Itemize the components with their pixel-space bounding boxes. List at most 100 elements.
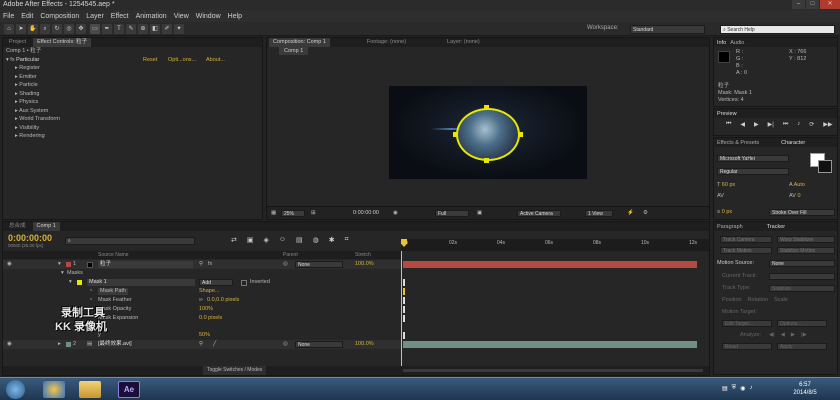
eraser-tool-icon[interactable]: ◧	[150, 24, 160, 34]
col-parent[interactable]: Parent	[283, 251, 298, 259]
tab-character[interactable]: Character	[781, 140, 805, 146]
selection-tool-icon[interactable]: ➤	[16, 24, 26, 34]
tab-info[interactable]: Info	[717, 40, 726, 46]
mask-tool-icon[interactable]: ▭	[90, 24, 100, 34]
tray-security-icon[interactable]: ⛨	[732, 385, 737, 392]
layer-2-stretch[interactable]: 100.0%	[355, 340, 374, 349]
mask-expansion-value[interactable]: 0.0 pixels	[199, 314, 222, 323]
tracker-reset-button[interactable]: Reset	[722, 343, 772, 350]
zoom-select[interactable]: 25%	[281, 210, 305, 217]
pen-tool-icon[interactable]: ✒	[102, 24, 112, 34]
rotation-checkbox[interactable]: Rotation	[748, 297, 769, 303]
start-button[interactable]	[6, 380, 25, 399]
frame-blending-icon[interactable]: ▤	[296, 236, 303, 244]
minimize-button[interactable]: –	[792, 0, 805, 9]
fast-preview-icon[interactable]: ⚡	[627, 207, 634, 220]
analyze-next-icon[interactable]: |▶	[801, 332, 807, 338]
group-aux-system[interactable]: ▸ Aux System	[3, 107, 262, 116]
view-layout-select[interactable]: 1 View	[585, 210, 613, 217]
tab-tracker[interactable]: Tracker	[767, 224, 785, 230]
visibility-eye-icon[interactable]: ◉	[7, 260, 12, 269]
mask-path-value[interactable]: Shape...	[199, 287, 220, 296]
menu-layer[interactable]: Layer	[86, 13, 104, 20]
tray-network-icon[interactable]: ▤	[722, 385, 728, 392]
graph-editor-icon[interactable]: ⌗	[345, 236, 349, 244]
menu-view[interactable]: View	[174, 13, 189, 20]
layer-1-parent-select[interactable]: None	[295, 261, 343, 268]
tab-effects-presets[interactable]: Effects & Presets	[717, 140, 759, 146]
tab-master-comp[interactable]: 总合成	[5, 222, 30, 231]
layer-name[interactable]: 粒子	[98, 261, 193, 268]
shy-switch-icon[interactable]: ⚲	[199, 340, 203, 349]
layer-label-color[interactable]	[66, 262, 71, 267]
close-button[interactable]: ✕	[820, 0, 840, 9]
expand-chevron-icon[interactable]: ▾	[69, 278, 72, 287]
stroke-width-field[interactable]: ≡ 0 px	[717, 209, 732, 215]
safe-zones-icon[interactable]: ⊞	[311, 207, 316, 220]
tab-comp-1[interactable]: Comp 1	[32, 222, 60, 231]
layer-1-duration-bar[interactable]	[403, 261, 697, 268]
expand-chevron-icon[interactable]: ▾	[61, 269, 64, 278]
explorer-folder-icon[interactable]	[79, 381, 101, 398]
keyframe-marker[interactable]	[403, 306, 405, 313]
font-style-select[interactable]: Regular	[717, 168, 789, 175]
stroke-color-swatch[interactable]	[818, 160, 832, 173]
effect-options-link[interactable]: Opti...ons...	[168, 56, 196, 65]
effect-about-link[interactable]: About...	[206, 56, 225, 65]
live-update-icon[interactable]: ▣	[247, 236, 254, 244]
leading-field[interactable]: A Auto	[789, 182, 805, 188]
analyze-back-icon[interactable]: ◀|	[769, 332, 775, 338]
group-emitter[interactable]: ▸ Emitter	[3, 73, 262, 82]
clock[interactable]: 6:57 2014/8/5	[780, 381, 830, 397]
tab-effect-controls[interactable]: Effect Controls: 粒子	[33, 38, 92, 47]
brainstorm-icon[interactable]: ✱	[329, 236, 335, 244]
comp-mini-flowchart-icon[interactable]: ⇄	[231, 236, 237, 244]
region-icon[interactable]: ▣	[477, 207, 482, 220]
tray-app-icon[interactable]: ◉	[740, 385, 745, 392]
scale-checkbox[interactable]: Scale	[774, 297, 788, 303]
keyframe-marker[interactable]	[403, 315, 405, 322]
maximize-button[interactable]: □	[806, 0, 819, 9]
group-physics[interactable]: ▸ Physics	[3, 98, 262, 107]
warp-stabilizer-button[interactable]: Warp Stabilizer	[777, 236, 835, 243]
track-type-select[interactable]: Stabilize	[769, 285, 835, 292]
layer-row-1[interactable]: ◉ ▾ 1 粒子 ⚲ fx ◎ None 100.0%	[3, 260, 401, 269]
tab-paragraph[interactable]: Paragraph	[717, 224, 743, 230]
flowchart-icon[interactable]: ⚙	[643, 207, 648, 220]
col-source-name[interactable]: Source Name	[98, 251, 129, 259]
mask-1-name[interactable]: Mask 1	[87, 279, 195, 286]
globe-with-mask[interactable]	[456, 108, 520, 161]
stabilize-motion-button[interactable]: Stabilize Motion	[777, 247, 835, 254]
mask-vertex-bottom[interactable]	[484, 158, 489, 163]
tab-composition[interactable]: Composition: Comp 1	[269, 38, 330, 47]
clone-tool-icon[interactable]: ⊕	[138, 24, 148, 34]
ie-browser-icon[interactable]	[43, 381, 65, 398]
camera-tool-icon[interactable]: ◎	[64, 24, 74, 34]
font-family-select[interactable]: Microsoft YaHei	[717, 155, 789, 162]
group-world-transform[interactable]: ▸ World Transform	[3, 115, 262, 124]
mask-feather-value[interactable]: 0.0,0.0 pixels	[207, 296, 239, 305]
prev-frame-icon[interactable]: ◀	[740, 121, 745, 128]
effect-reset-link[interactable]: Reset	[143, 56, 157, 65]
audio-icon[interactable]: ♪	[797, 121, 800, 128]
position-checkbox[interactable]: Position	[722, 297, 742, 303]
layer-2-duration-bar[interactable]	[403, 341, 697, 348]
quality-switch-icon[interactable]: ╱	[213, 340, 216, 349]
mask-path-row[interactable]: ◔ Mask Path Shape...	[3, 287, 401, 296]
effect-row-particular[interactable]: ▾ fx Particular Reset Opti...ons... Abou…	[3, 56, 262, 65]
menu-edit[interactable]: Edit	[21, 13, 33, 20]
resolution-select[interactable]: Full	[435, 210, 469, 217]
zoom-tool-icon[interactable]: ⌕	[40, 24, 50, 34]
layer-1-stretch[interactable]: 100.0%	[355, 260, 374, 269]
track-motion-button[interactable]: Track Motion	[720, 247, 772, 254]
rotate-tool-icon[interactable]: ↻	[52, 24, 62, 34]
search-help-input[interactable]: ⌕ Search Help	[720, 25, 835, 34]
keyframe-marker[interactable]	[403, 332, 405, 339]
current-track-select[interactable]	[769, 273, 835, 280]
mask-vertex-top[interactable]	[484, 105, 489, 110]
tracker-options-button[interactable]: Options...	[777, 320, 827, 327]
menu-composition[interactable]: Composition	[40, 13, 79, 20]
layer-row-2[interactable]: ◉ ▸ 2 ▤ [最终效果.avi] ⚲ ╱ ◎ None 100.0%	[3, 340, 401, 349]
mask-opacity-value[interactable]: 100%	[199, 305, 213, 314]
edit-target-button[interactable]: Edit Target...	[722, 320, 772, 327]
